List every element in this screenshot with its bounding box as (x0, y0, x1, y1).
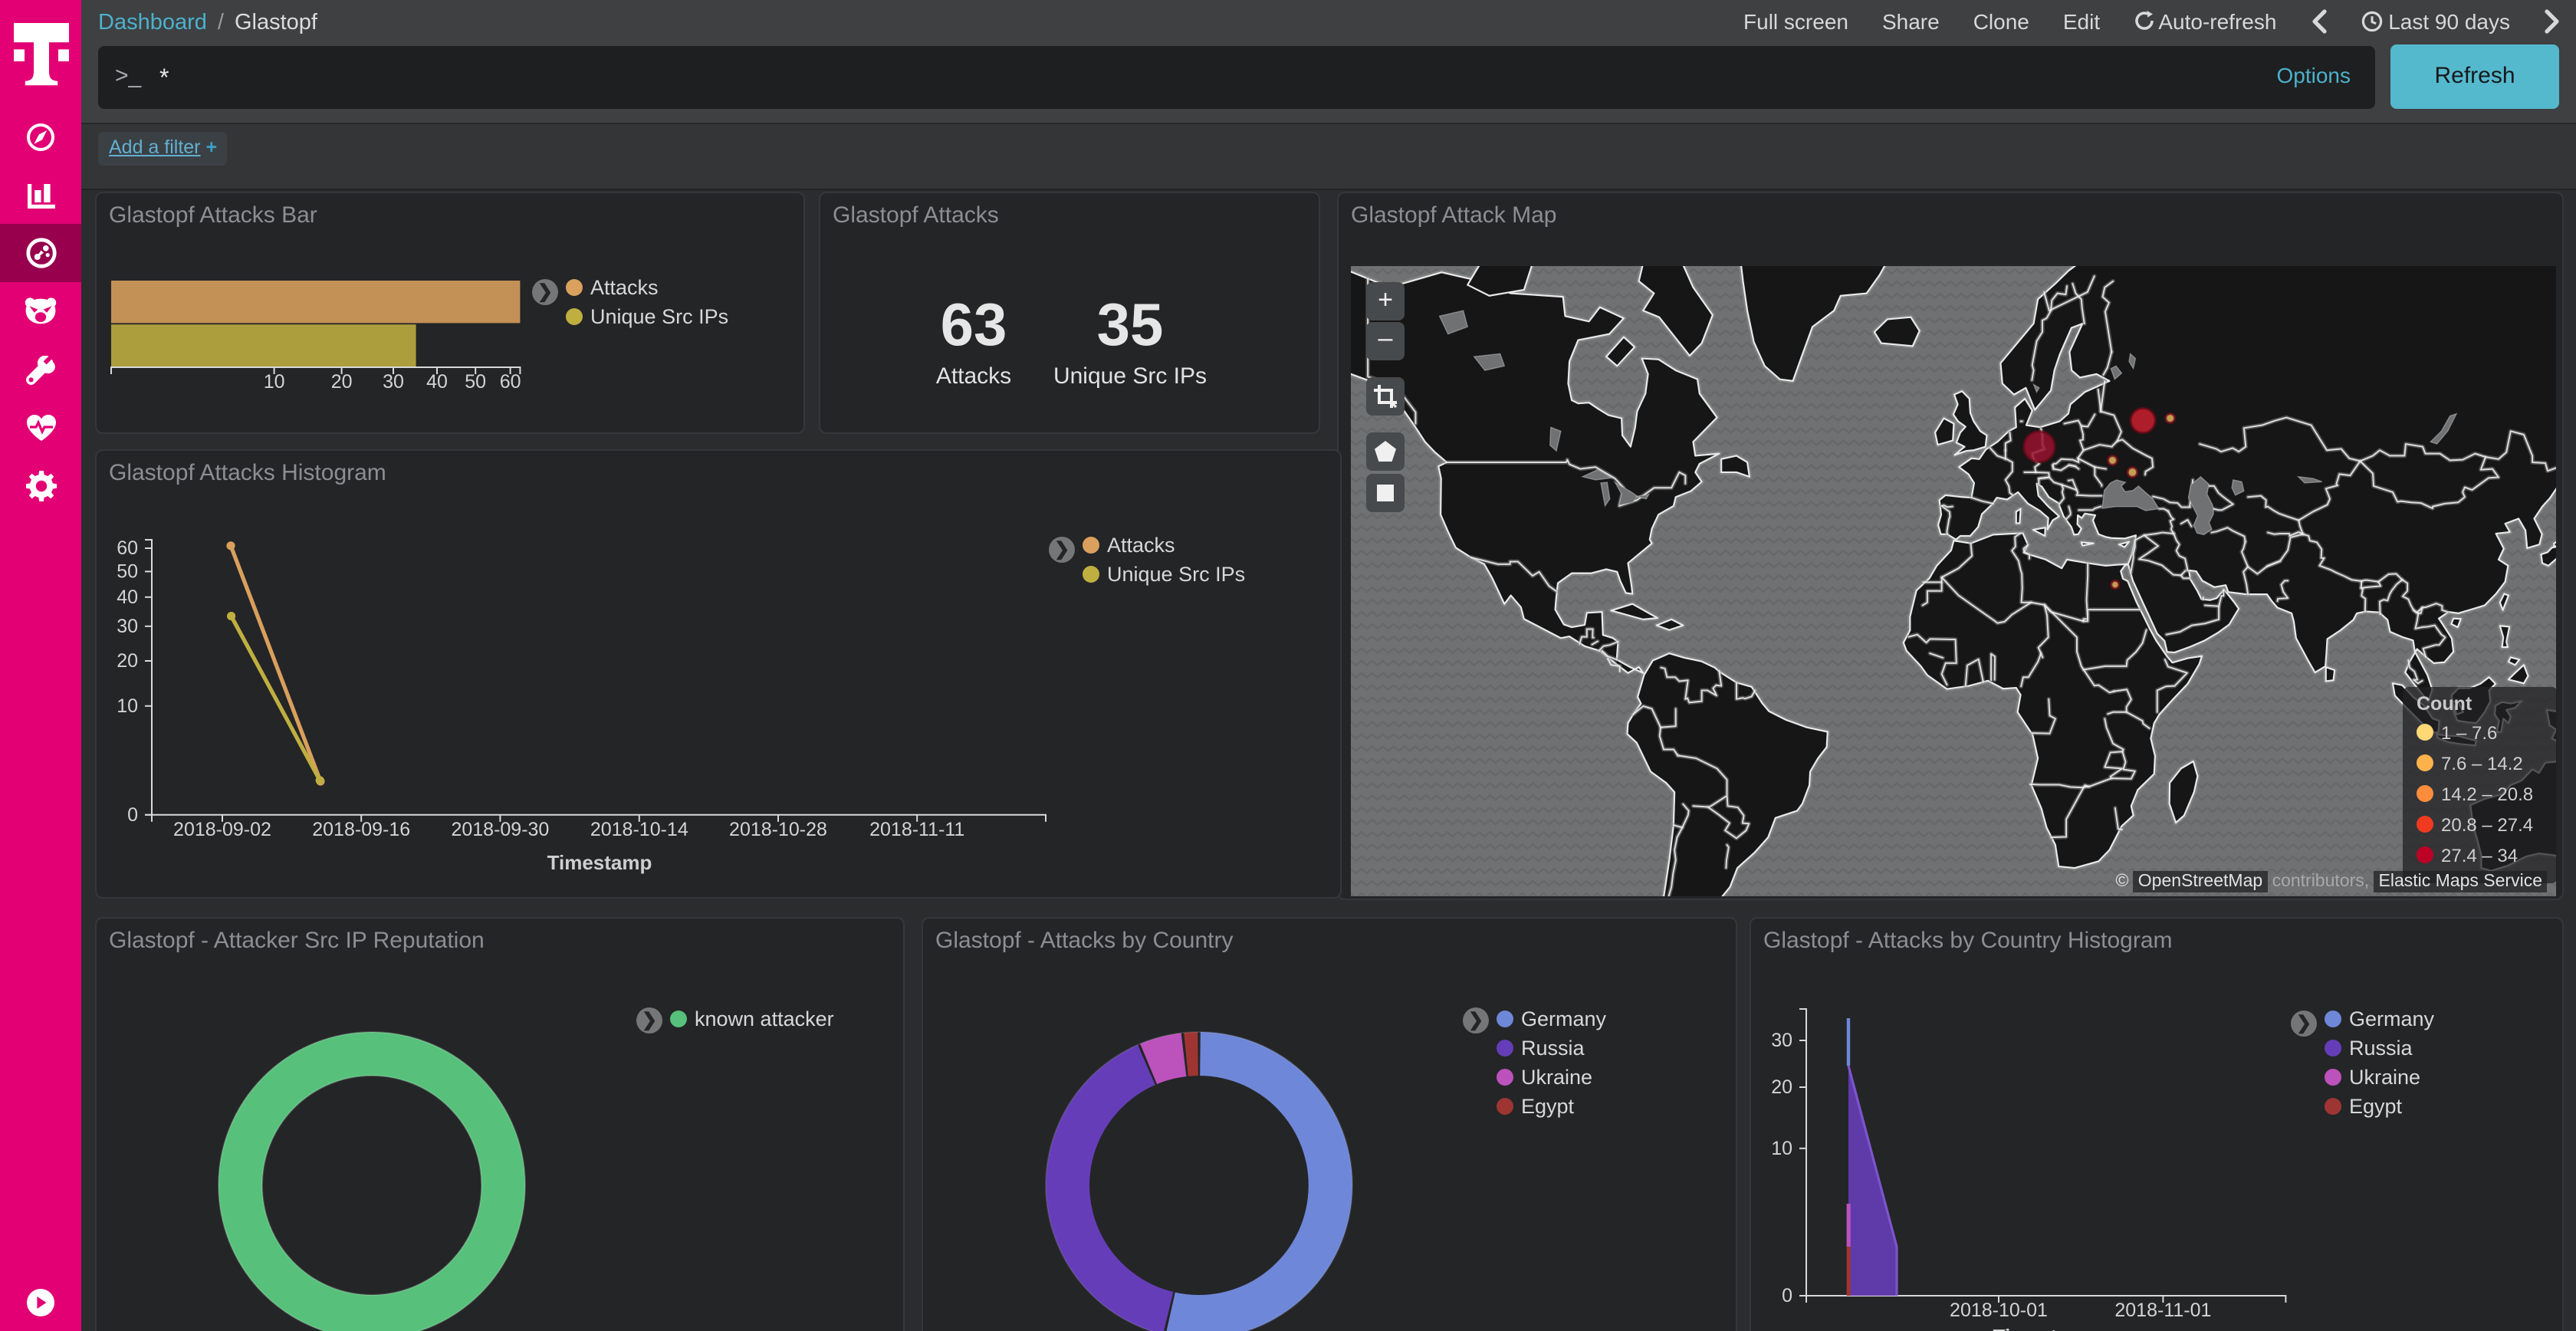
svg-text:60: 60 (500, 371, 521, 393)
svg-text:40: 40 (117, 587, 138, 608)
svg-text:2018-11-01: 2018-11-01 (2114, 1300, 2211, 1321)
svg-text:2018-10-01: 2018-10-01 (1950, 1300, 2048, 1321)
svg-text:50: 50 (465, 371, 486, 393)
svg-text:60: 60 (117, 537, 138, 559)
svg-text:Timestamp: Timestamp (547, 851, 652, 874)
svg-text:2018-09-30: 2018-09-30 (451, 819, 549, 840)
svg-text:2018-10-14: 2018-10-14 (590, 819, 688, 840)
svg-text:2018-09-16: 2018-09-16 (312, 819, 410, 840)
svg-text:10: 10 (1771, 1138, 1792, 1159)
svg-text:2018-09-02: 2018-09-02 (173, 819, 271, 840)
svg-text:50: 50 (117, 560, 138, 582)
svg-text:20: 20 (331, 371, 353, 393)
svg-text:20: 20 (117, 650, 138, 672)
svg-text:0: 0 (127, 804, 138, 826)
svg-text:2018-11-11: 2018-11-11 (869, 819, 964, 840)
svg-text:30: 30 (117, 616, 138, 637)
svg-text:2018-10-28: 2018-10-28 (729, 819, 827, 840)
svg-text:10: 10 (117, 695, 138, 717)
svg-text:30: 30 (1771, 1030, 1792, 1051)
svg-text:0: 0 (1782, 1285, 1792, 1306)
svg-text:30: 30 (383, 371, 404, 393)
svg-text:40: 40 (426, 371, 448, 393)
svg-text:10: 10 (264, 371, 285, 393)
svg-text:20: 20 (1771, 1076, 1792, 1098)
svg-text:Timestamp: Timestamp (1993, 1325, 2098, 1331)
